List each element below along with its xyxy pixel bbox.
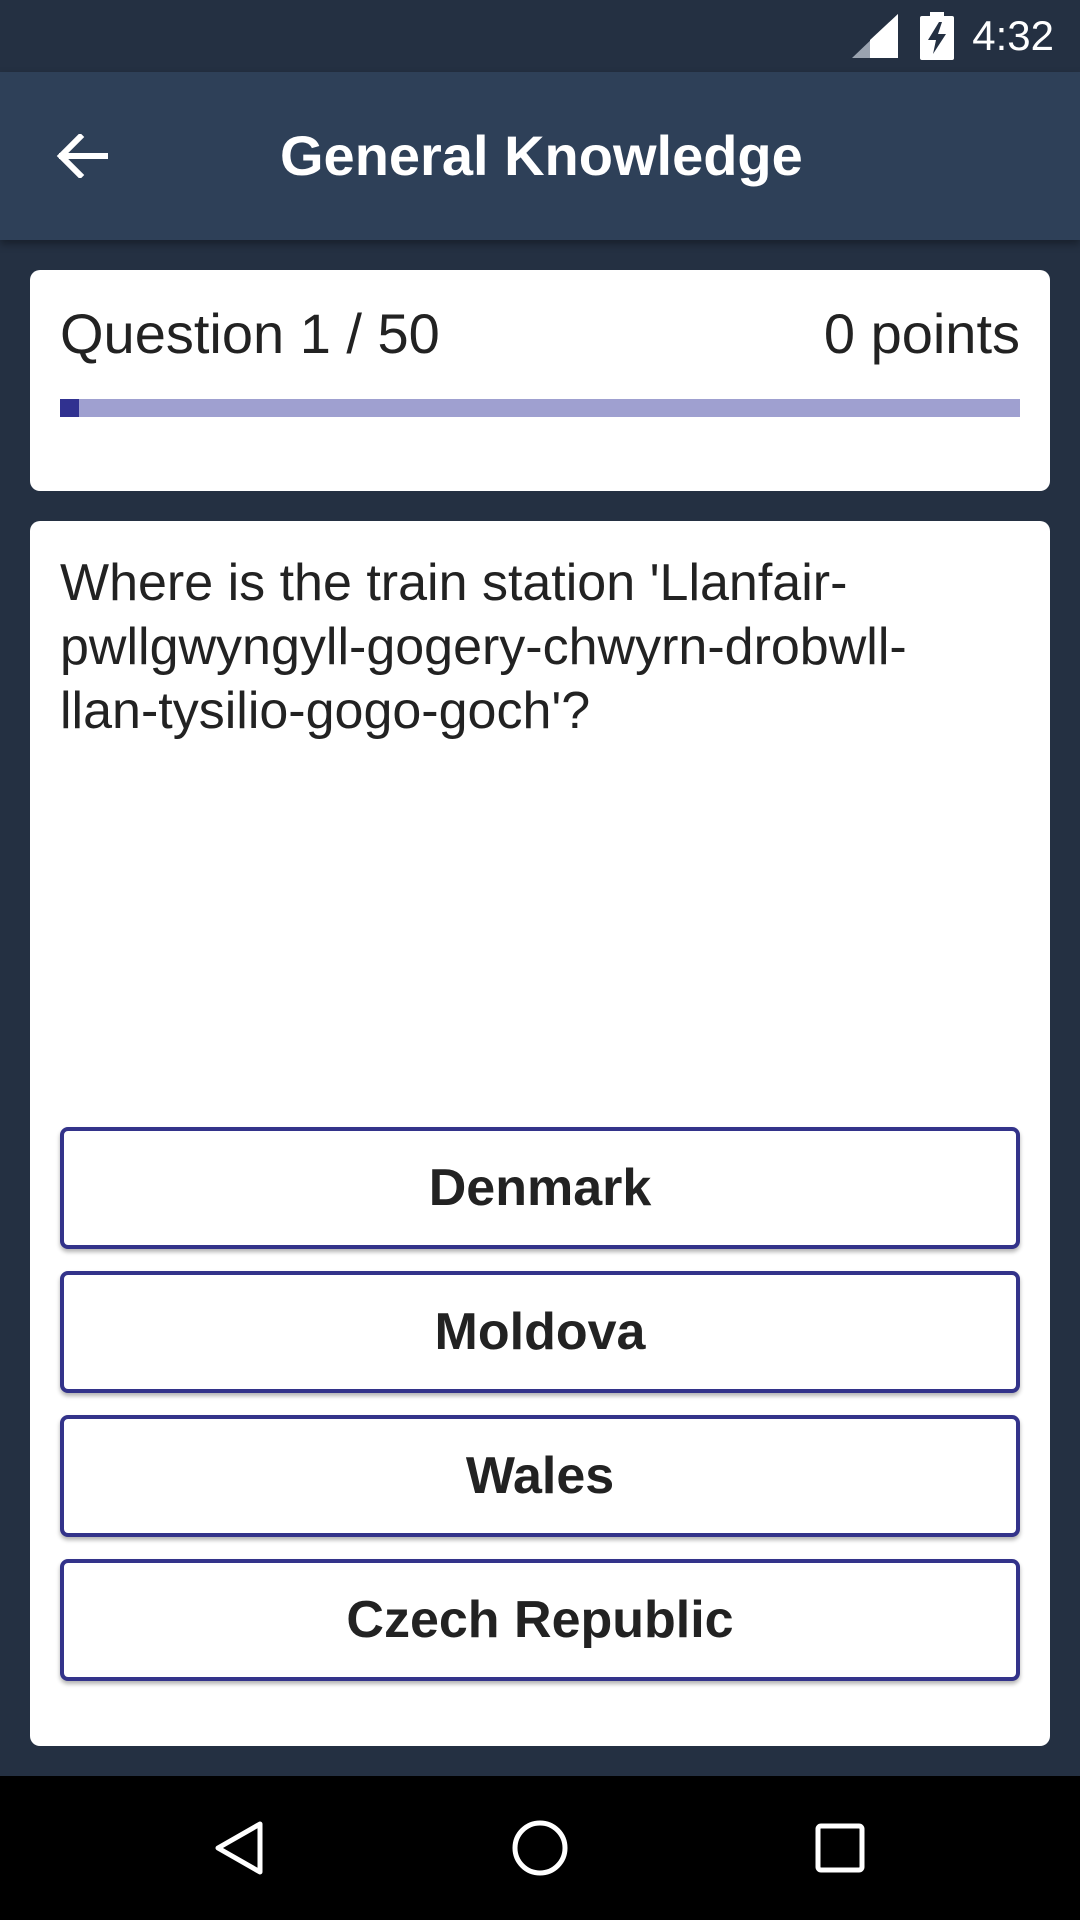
answer-button[interactable]: Denmark	[60, 1127, 1020, 1249]
answer-button[interactable]: Wales	[60, 1415, 1020, 1537]
question-text: Where is the train station 'Llanfair-pwl…	[60, 554, 907, 740]
status-time: 4:32	[972, 12, 1054, 59]
progress-bar	[60, 399, 1020, 417]
question-counter: Question 1 / 50	[60, 302, 440, 365]
question-card: Where is the train station 'Llanfair-pwl…	[30, 521, 1050, 1746]
recents-square-icon[interactable]	[808, 1816, 872, 1880]
back-button[interactable]	[50, 124, 114, 188]
answer-button[interactable]: Moldova	[60, 1271, 1020, 1393]
status-bar: 4:32	[0, 0, 1080, 72]
navigation-bar	[0, 1776, 1080, 1920]
points-counter: 0 points	[823, 302, 1020, 365]
home-circle-icon[interactable]	[508, 1816, 572, 1880]
answer-button[interactable]: Czech Republic	[60, 1559, 1020, 1681]
progress-card: Question 1 / 50 0 points	[30, 270, 1050, 491]
answer-list: Denmark Moldova Wales Czech Republic	[60, 1127, 1020, 1703]
battery-charging-icon	[920, 12, 954, 60]
progress-bar-fill	[60, 399, 80, 417]
app-bar: General Knowledge	[0, 72, 1080, 240]
screen-title: General Knowledge	[280, 124, 803, 187]
back-triangle-icon[interactable]	[208, 1816, 272, 1880]
arrow-left-icon	[56, 134, 108, 178]
signal-icon	[852, 14, 898, 58]
